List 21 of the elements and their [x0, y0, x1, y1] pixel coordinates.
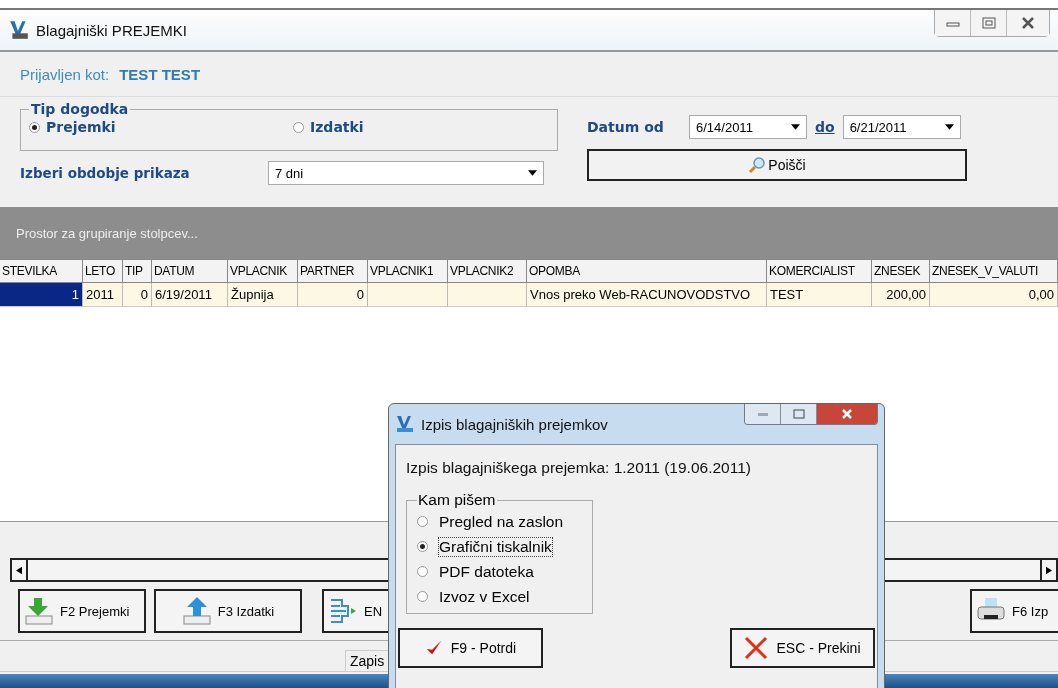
- user-name: TEST TEST: [119, 65, 201, 83]
- group-legend: Tip dogodka: [29, 101, 131, 117]
- table-cell: 0: [123, 283, 152, 307]
- table-cell: 6/19/2011: [152, 283, 228, 307]
- group-legend: Kam pišem: [417, 491, 497, 509]
- group-by-hint: Prostor za grupiranje stolpcev...: [16, 225, 198, 241]
- window-title: Blagajniški PREJEMKI: [36, 21, 187, 39]
- date-to-label: do: [815, 119, 835, 135]
- period-label: Izberi obdobje prikaza: [20, 165, 191, 181]
- table-cell: Vnos preko Web-RACUNOVODSTVO: [527, 283, 767, 307]
- table-cell: 0,00: [930, 283, 1058, 307]
- table-cell: 0: [298, 283, 368, 307]
- date-from-label: Datum od: [587, 119, 665, 135]
- table-cell: 1: [0, 283, 83, 307]
- login-label: Prijavljen kot:: [20, 65, 110, 83]
- dialog-title: Izpis blagajniških prejemkov: [421, 415, 608, 433]
- table-cell: 2011: [83, 283, 123, 307]
- table-cell: 200,00: [872, 283, 930, 307]
- dialog-message: Izpis blagajniškega prejemka: 1.2011 (19.06.2011): [406, 459, 752, 477]
- table-cell: Župnija: [228, 283, 298, 307]
- table-cell: TEST: [767, 283, 872, 307]
